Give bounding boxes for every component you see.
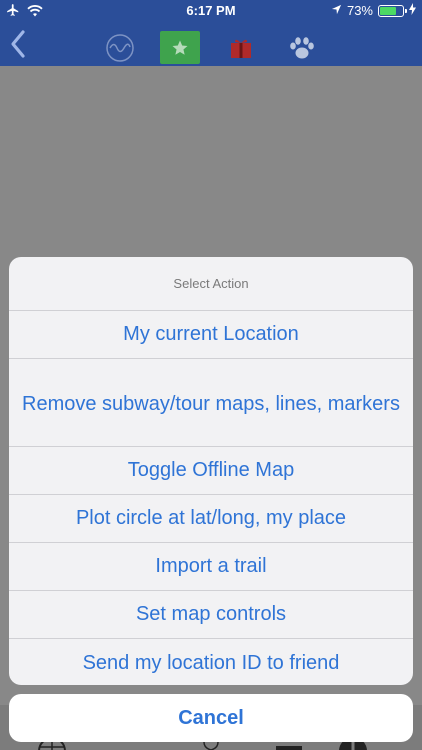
- charging-bolt-icon: [409, 3, 416, 18]
- cancel-button[interactable]: Cancel: [9, 694, 413, 742]
- back-chevron-icon: [11, 30, 25, 58]
- action-send-location-id[interactable]: Send my location ID to friend: [9, 639, 413, 685]
- action-sheet-title: Select Action: [9, 257, 413, 311]
- action-import-trail[interactable]: Import a trail: [9, 543, 413, 591]
- tab-gift[interactable]: [221, 31, 261, 64]
- location-arrow-icon: [331, 3, 342, 18]
- toolbar-bar-icon: [276, 741, 302, 750]
- battery-fill: [380, 6, 397, 15]
- action-toggle-offline-map[interactable]: Toggle Offline Map: [9, 447, 413, 495]
- status-bar: 6:17 PM 73%: [0, 0, 422, 22]
- action-remove-subway-tour-maps[interactable]: Remove subway/tour maps, lines, markers: [9, 359, 413, 447]
- action-plot-circle[interactable]: Plot circle at lat/long, my place: [9, 495, 413, 543]
- gift-icon: [231, 39, 251, 58]
- tab-paw[interactable]: [282, 31, 322, 64]
- action-sheet: Select Action My current Location Remove…: [9, 257, 413, 685]
- tab-wave[interactable]: [100, 31, 140, 64]
- tab-star[interactable]: [160, 31, 200, 64]
- action-set-map-controls[interactable]: Set map controls: [9, 591, 413, 639]
- action-my-current-location[interactable]: My current Location: [9, 311, 413, 359]
- nav-bar: [0, 22, 422, 66]
- back-button[interactable]: [6, 28, 32, 60]
- battery-percent: 73%: [346, 3, 373, 18]
- star-icon: [172, 40, 188, 55]
- status-right: 73%: [331, 3, 416, 18]
- wave-icon: [106, 33, 134, 62]
- paw-icon: [290, 36, 314, 58]
- battery-icon: [378, 4, 407, 17]
